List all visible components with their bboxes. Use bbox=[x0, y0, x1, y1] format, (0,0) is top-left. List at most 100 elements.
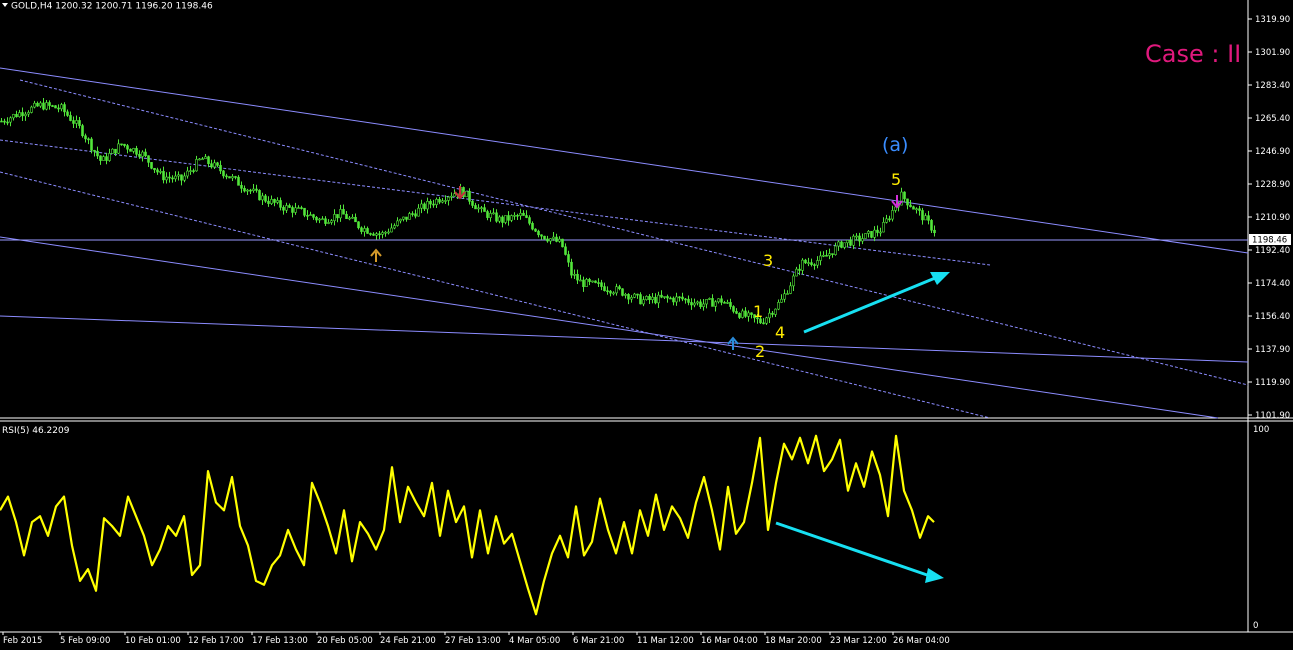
candle-body bbox=[126, 145, 129, 150]
candle-body bbox=[465, 190, 468, 198]
price-tick-label: 1228.90 bbox=[1255, 180, 1290, 190]
candle-body bbox=[702, 303, 705, 308]
wave-label-a: (a) bbox=[882, 134, 908, 156]
candle-body bbox=[243, 188, 246, 192]
candle-body bbox=[903, 191, 906, 200]
candle-body bbox=[366, 228, 369, 234]
candle-body bbox=[594, 280, 597, 283]
candle-body bbox=[675, 296, 678, 303]
candle-body bbox=[444, 200, 447, 202]
candle-body bbox=[189, 170, 192, 172]
candle-body bbox=[447, 196, 450, 201]
candle-body bbox=[48, 102, 51, 106]
candle-body bbox=[732, 306, 735, 312]
candle-body bbox=[933, 229, 936, 234]
candle-body bbox=[117, 143, 120, 154]
candle-body bbox=[855, 235, 858, 238]
candle-body bbox=[216, 162, 219, 166]
candle-body bbox=[75, 120, 78, 124]
candle-body bbox=[528, 217, 531, 224]
trend-arrow-up[interactable] bbox=[803, 272, 950, 334]
candle-body bbox=[846, 240, 849, 244]
candle-body bbox=[558, 238, 561, 242]
candle-body bbox=[816, 260, 819, 266]
upper-channel-line[interactable] bbox=[0, 67, 1249, 254]
candle-body bbox=[705, 299, 708, 305]
candle-body bbox=[627, 294, 630, 300]
candle-body bbox=[633, 293, 636, 298]
candle-body bbox=[813, 264, 816, 266]
candle-body bbox=[819, 255, 822, 261]
candle-body bbox=[261, 195, 264, 201]
price-candles bbox=[0, 98, 936, 326]
candle-body bbox=[468, 190, 471, 202]
candle-body bbox=[762, 322, 765, 325]
candle-body bbox=[648, 296, 651, 301]
price-tick-label: 1265.40 bbox=[1255, 114, 1290, 124]
candle-body bbox=[474, 205, 477, 210]
price-tick-label: 1119.90 bbox=[1255, 378, 1290, 388]
candle-body bbox=[471, 201, 474, 206]
candle-body bbox=[147, 155, 150, 163]
candle-body bbox=[540, 234, 543, 237]
candle-body bbox=[441, 200, 444, 203]
candle-body bbox=[129, 148, 132, 152]
candle-body bbox=[219, 165, 222, 172]
candle-body bbox=[612, 292, 615, 295]
candle-body bbox=[312, 214, 315, 218]
wave-label-4: 4 bbox=[775, 323, 785, 342]
candle-body bbox=[861, 238, 864, 242]
candle-body bbox=[81, 125, 84, 137]
candle-body bbox=[483, 207, 486, 212]
candle-body bbox=[180, 174, 183, 181]
symbol-header: GOLD,H4 1200.32 1200.71 1196.20 1198.46 bbox=[2, 2, 213, 12]
candle-body bbox=[828, 253, 831, 256]
candle-body bbox=[138, 153, 141, 157]
chart-canvas: GOLD,H4 1200.32 1200.71 1196.20 1198.46 … bbox=[0, 0, 1293, 646]
dropdown-triangle-icon[interactable] bbox=[2, 3, 8, 7]
candle-body bbox=[858, 235, 861, 242]
candle-body bbox=[777, 302, 780, 310]
candle-body bbox=[597, 282, 600, 284]
candle-body bbox=[663, 296, 666, 298]
candle-body bbox=[336, 214, 339, 219]
candle-body bbox=[873, 229, 876, 238]
candle-body bbox=[876, 229, 879, 233]
price-tick-label: 1156.40 bbox=[1255, 312, 1290, 322]
candle-body bbox=[912, 206, 915, 210]
candle-body bbox=[831, 253, 834, 255]
candle-body bbox=[714, 301, 717, 307]
candle-body bbox=[432, 203, 435, 206]
candle-body bbox=[141, 151, 144, 157]
candle-body bbox=[285, 205, 288, 211]
candle-body bbox=[921, 210, 924, 221]
candle-body bbox=[513, 214, 516, 217]
candle-body bbox=[570, 261, 573, 276]
candle-body bbox=[660, 294, 663, 298]
up-arrow-blue-icon bbox=[727, 336, 739, 350]
dashed-lower-line[interactable] bbox=[0, 171, 991, 419]
case-label: Case : II bbox=[1145, 40, 1241, 68]
candle-body bbox=[561, 238, 564, 248]
candle-body bbox=[408, 213, 411, 220]
candle-body bbox=[930, 220, 933, 231]
candle-body bbox=[270, 199, 273, 204]
candle-body bbox=[624, 294, 627, 296]
rsi-min-label: 0 bbox=[1253, 621, 1258, 631]
candle-body bbox=[135, 148, 138, 155]
time-tick-label: 27 Feb 13:00 bbox=[445, 636, 501, 646]
candle-body bbox=[747, 312, 750, 317]
lower-channel-line[interactable] bbox=[0, 236, 1219, 419]
candle-body bbox=[60, 104, 63, 110]
candle-body bbox=[339, 209, 342, 219]
candle-body bbox=[915, 208, 918, 211]
wave-label-3: 3 bbox=[763, 251, 773, 270]
candle-body bbox=[534, 228, 537, 232]
candle-body bbox=[282, 207, 285, 211]
candle-body bbox=[45, 102, 48, 110]
candle-body bbox=[24, 113, 27, 117]
candle-body bbox=[435, 199, 438, 205]
candle-body bbox=[228, 176, 231, 179]
candle-body bbox=[15, 114, 18, 118]
current-price-value: 1198.46 bbox=[1252, 236, 1287, 246]
